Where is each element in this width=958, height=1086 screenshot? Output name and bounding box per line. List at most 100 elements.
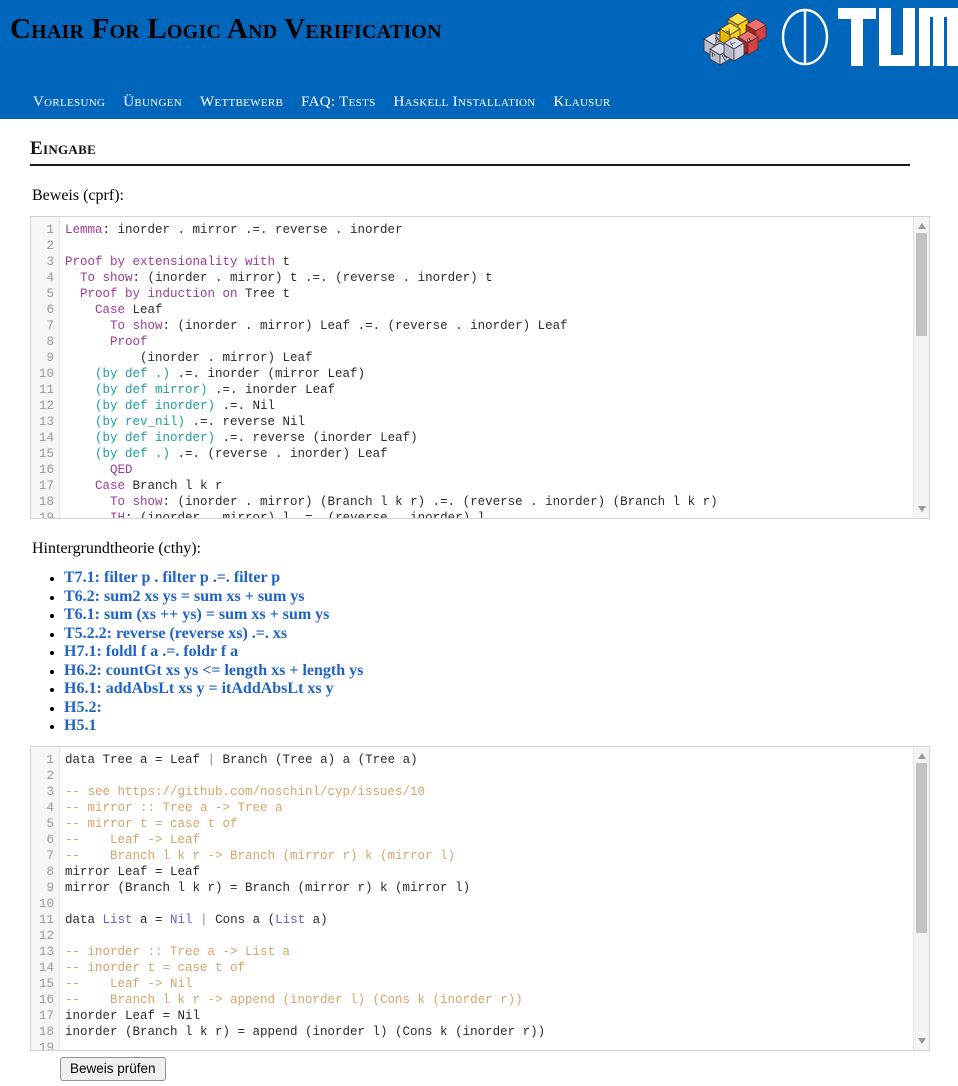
code-line[interactable]: (by def inorder) .=. reverse (inorder Le… <box>65 430 929 446</box>
code-line[interactable] <box>65 238 929 254</box>
theory-list-item[interactable]: T5.2.2: reverse (reverse xs) .=. xs <box>64 625 928 644</box>
scroll-down-icon[interactable] <box>917 1036 927 1046</box>
nav-item-uebungen[interactable]: Übungen <box>123 94 182 111</box>
theory-list-item[interactable]: T6.2: sum2 xs ys = sum xs + sum ys <box>64 588 928 607</box>
line-number: 6 <box>46 303 54 317</box>
theory-list-item[interactable]: H5.2: <box>64 699 928 718</box>
check-proof-button[interactable]: Beweis prüfen <box>60 1056 166 1081</box>
nav-item-vorlesung[interactable]: Vorlesung <box>33 94 105 111</box>
theory-list-item[interactable]: T6.1: sum (xs ++ ys) = sum xs + sum ys <box>64 606 928 625</box>
code-token: (by def inorder) <box>95 431 216 445</box>
code-token: -- mirror :: Tree a -> Tree a <box>65 800 283 815</box>
code-line[interactable]: -- Leaf -> Nil <box>65 976 929 992</box>
theory-link[interactable]: T6.2: sum2 xs ys = sum xs + sum ys <box>64 588 305 605</box>
nav-item-wettbewerb[interactable]: Wettbewerb <box>200 94 283 111</box>
code-line[interactable] <box>65 1040 929 1050</box>
theory-list-item[interactable]: H6.2: countGt xs ys <= length xs + lengt… <box>64 662 928 681</box>
theory-link[interactable]: H6.1: addAbsLt xs y = itAddAbsLt xs y <box>64 680 334 697</box>
code-line[interactable]: -- see https://github.com/noschinl/cyp/i… <box>65 784 929 800</box>
code-line[interactable]: To show: (inorder . mirror) (Branch l k … <box>65 494 929 510</box>
theory-link[interactable]: H7.1: foldl f a .=. foldr f a <box>64 643 238 660</box>
code-line[interactable]: Proof <box>65 334 929 350</box>
code-line[interactable]: -- inorder t = case t of <box>65 960 929 976</box>
code-line[interactable]: Proof by induction on Tree t <box>65 286 929 302</box>
nav-item-faq-tests[interactable]: FAQ: Tests <box>301 94 375 111</box>
code-line[interactable]: Proof by extensionality with t <box>65 254 929 270</box>
code-token: t <box>275 255 291 269</box>
code-line[interactable]: -- mirror t = case t of <box>65 816 929 832</box>
code-line[interactable]: QED <box>65 462 929 478</box>
code-line[interactable]: (by def .) .=. (reverse . inorder) Leaf <box>65 446 929 462</box>
nav-item-klausur[interactable]: Klausur <box>554 94 611 111</box>
theory-link[interactable]: H5.1 <box>64 717 96 734</box>
code-token: | <box>207 752 216 767</box>
code-line[interactable]: mirror Leaf = Leaf <box>65 864 929 880</box>
code-line[interactable]: data List a = Nil | Cons a (List a) <box>65 912 929 928</box>
theory-list-item[interactable]: T7.1: filter p . filter p .=. filter p <box>64 569 928 588</box>
code-line[interactable]: (inorder . mirror) Leaf <box>65 350 929 366</box>
theory-editor-code[interactable]: data Tree a = Leaf | Branch (Tree a) a (… <box>60 747 929 1050</box>
theory-code-editor[interactable]: 1 2 3 4 5 6 7 8 9 10 11 12 13 14 15 16 17 18 19 data Tree … <box>30 745 930 1051</box>
code-line[interactable]: inorder (Branch l k r) = append (inorder… <box>65 1024 929 1040</box>
code-token: Proof <box>110 335 148 349</box>
code-line[interactable]: -- Branch l k r -> Branch (mirror r) k (… <box>65 848 929 864</box>
section-heading-eingabe: Eingabe <box>30 138 97 159</box>
theory-editor-scroll-thumb[interactable] <box>916 762 927 933</box>
code-token: To show <box>110 319 163 333</box>
proof-editor-scroll-thumb[interactable] <box>916 233 927 336</box>
theory-link[interactable]: T5.2.2: reverse (reverse xs) .=. xs <box>64 625 287 642</box>
theory-list-item[interactable]: H6.1: addAbsLt xs y = itAddAbsLt xs y <box>64 680 928 699</box>
tum-wordmark <box>838 8 958 66</box>
code-line[interactable]: Lemma: inorder . mirror .=. reverse . in… <box>65 222 929 238</box>
code-line[interactable]: -- Leaf -> Leaf <box>65 832 929 848</box>
code-line[interactable]: To show: (inorder . mirror) t .=. (rever… <box>65 270 929 286</box>
theory-link[interactable]: H5.2: <box>64 699 102 716</box>
proof-code-editor[interactable]: 1 2 3 4 5 6 7 8 9 10 11 12 13 14 15 16 17 18 19 Lemma: ino… <box>30 216 930 519</box>
logo-block: ∀ ∃ λ β ⊢ α → <box>696 4 958 70</box>
nav-item-haskell-installation[interactable]: Haskell Installation <box>394 94 536 111</box>
theory-editor-scrollbar[interactable] <box>913 746 929 1050</box>
code-line[interactable]: data Tree a = Leaf | Branch (Tree a) a (… <box>65 752 929 768</box>
code-token: Proof by extensionality with <box>65 255 276 269</box>
code-line[interactable]: (by def inorder) .=. Nil <box>65 398 929 414</box>
submit-row: Beweis prüfen <box>60 1056 928 1081</box>
theory-list-item[interactable]: H5.1 <box>64 717 928 736</box>
line-number: 13 <box>38 944 54 959</box>
proof-editor-code[interactable]: Lemma: inorder . mirror .=. reverse . in… <box>60 217 929 518</box>
theory-link[interactable]: T7.1: filter p . filter p .=. filter p <box>64 569 280 586</box>
code-line[interactable] <box>65 768 929 784</box>
theory-list-item[interactable]: H7.1: foldl f a .=. foldr f a <box>64 643 928 662</box>
line-number: 12 <box>38 399 54 413</box>
scroll-up-icon[interactable] <box>917 751 927 761</box>
code-line[interactable]: (by rev_nil) .=. reverse Nil <box>65 414 929 430</box>
code-line[interactable]: -- inorder :: Tree a -> List a <box>65 944 929 960</box>
tum-circle-icon <box>781 8 829 66</box>
code-line[interactable]: Case Branch l k r <box>65 478 929 494</box>
code-token: a = <box>132 912 171 927</box>
code-line[interactable]: IH: (inorder . mirror) l .=. (reverse . … <box>65 510 929 518</box>
code-token: a) <box>305 912 328 927</box>
code-line[interactable]: To show: (inorder . mirror) Leaf .=. (re… <box>65 318 929 334</box>
scroll-up-icon[interactable] <box>917 221 927 231</box>
proof-editor-scrollbar[interactable] <box>913 217 929 518</box>
code-line[interactable]: mirror (Branch l k r) = Branch (mirror r… <box>65 880 929 896</box>
code-line[interactable]: (by def .) .=. inorder (mirror Leaf) <box>65 366 929 382</box>
code-line[interactable]: inorder Leaf = Nil <box>65 1008 929 1024</box>
code-token: Case <box>95 479 126 493</box>
code-line[interactable]: -- mirror :: Tree a -> Tree a <box>65 800 929 816</box>
code-line[interactable] <box>65 928 929 944</box>
line-number: 18 <box>38 495 54 509</box>
theory-link[interactable]: H6.2: countGt xs ys <= length xs + lengt… <box>64 662 363 679</box>
scroll-down-icon[interactable] <box>917 504 927 514</box>
code-line[interactable]: (by def mirror) .=. inorder Leaf <box>65 382 929 398</box>
code-line[interactable] <box>65 896 929 912</box>
code-line[interactable]: -- Branch l k r -> append (inorder l) (C… <box>65 992 929 1008</box>
code-token: To show <box>80 271 133 285</box>
line-number: 17 <box>38 479 54 493</box>
code-token: : inorder . mirror .=. reverse . inorder <box>102 223 403 237</box>
code-line[interactable]: Case Leaf <box>65 302 929 318</box>
theory-link[interactable]: T6.1: sum (xs ++ ys) = sum xs + sum ys <box>64 606 329 623</box>
